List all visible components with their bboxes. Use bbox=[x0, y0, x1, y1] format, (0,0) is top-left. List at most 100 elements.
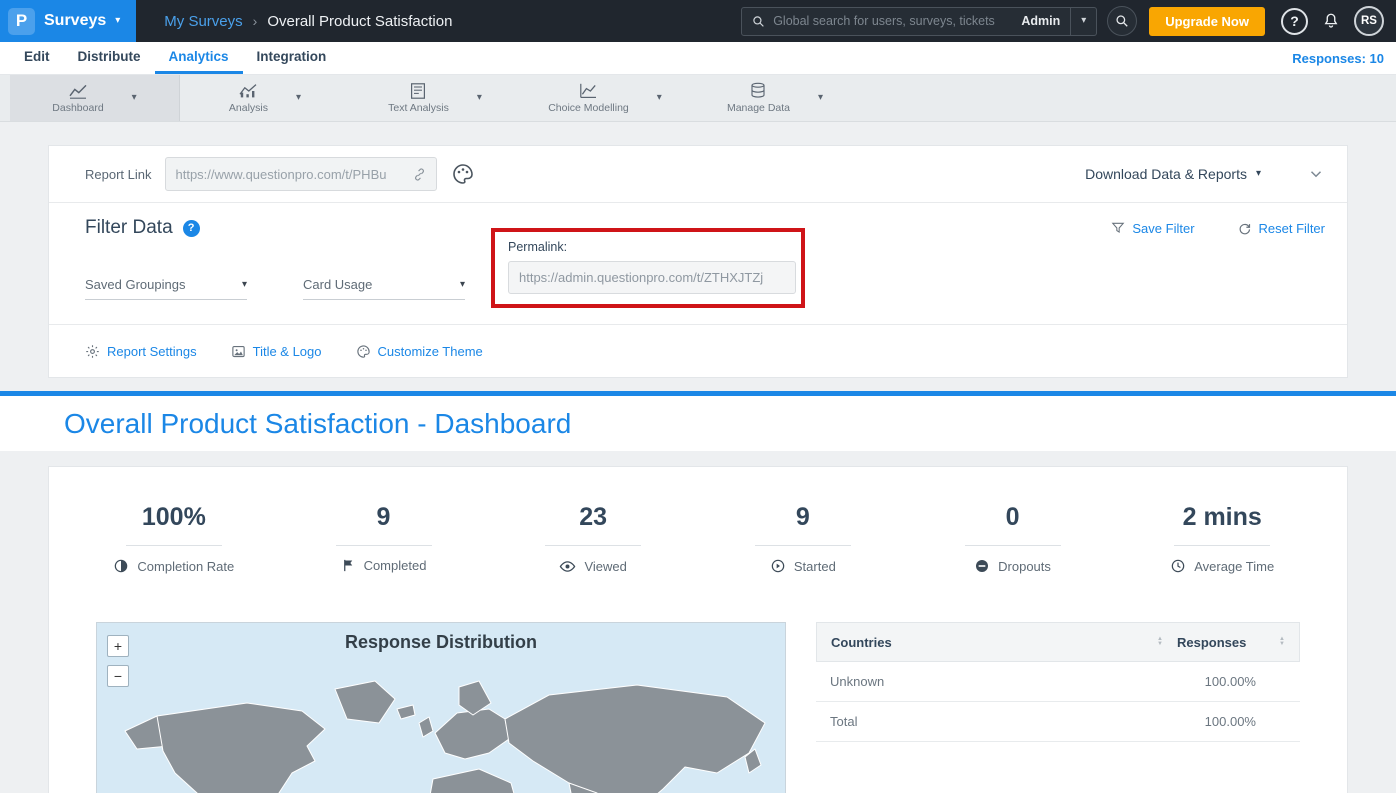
ribbon-dashboard[interactable]: Dashboard ▾ bbox=[10, 75, 180, 121]
sort-down-icon: ▼ bbox=[1279, 642, 1285, 647]
collapse-panel-button[interactable] bbox=[1307, 165, 1325, 183]
ribbon-text-analysis[interactable]: Text Analysis ▾ bbox=[350, 75, 520, 121]
image-icon bbox=[231, 344, 246, 359]
ribbon-choice-modelling[interactable]: Choice Modelling ▾ bbox=[520, 75, 690, 121]
upgrade-button[interactable]: Upgrade Now bbox=[1149, 7, 1265, 36]
stat-label: Viewed bbox=[584, 559, 626, 574]
product-label: Surveys bbox=[44, 12, 106, 30]
contrast-icon bbox=[113, 558, 129, 574]
chevron-down-icon[interactable]: ▾ bbox=[657, 93, 662, 103]
card-usage-select[interactable]: Card Usage ▾ bbox=[303, 277, 465, 300]
flag-icon bbox=[341, 558, 356, 573]
stat-label: Dropouts bbox=[998, 559, 1051, 574]
search-button[interactable] bbox=[1107, 6, 1137, 36]
title-logo-label: Title & Logo bbox=[253, 344, 322, 359]
responses-cell: 100.00% bbox=[1178, 714, 1286, 729]
gear-icon bbox=[85, 344, 100, 359]
map-zoom-in-button[interactable]: + bbox=[107, 635, 129, 657]
tab-analytics[interactable]: Analytics bbox=[155, 42, 243, 74]
sort-icon[interactable]: ▲ ▼ bbox=[1279, 637, 1285, 647]
tab-distribute[interactable]: Distribute bbox=[64, 42, 155, 74]
breadcrumb-current: Overall Product Satisfaction bbox=[267, 13, 452, 30]
breadcrumb-my-surveys[interactable]: My Surveys bbox=[164, 13, 242, 30]
report-link-label: Report Link bbox=[85, 167, 151, 182]
search-icon bbox=[1115, 14, 1129, 28]
permalink-highlight-box: Permalink: bbox=[491, 228, 805, 308]
avatar[interactable]: RS bbox=[1354, 6, 1384, 36]
main-content: Report Link Download Data & Reports ▾ bbox=[0, 122, 1396, 793]
stat-average-time: 2 mins Average Time bbox=[1117, 503, 1327, 580]
permalink-label: Permalink: bbox=[508, 240, 788, 254]
download-data-reports-button[interactable]: Download Data & Reports ▾ bbox=[1085, 166, 1261, 182]
eye-icon bbox=[559, 558, 576, 575]
line-chart-icon bbox=[68, 83, 88, 99]
page-title: Overall Product Satisfaction - Dashboard bbox=[64, 408, 571, 440]
search-scope-dropdown[interactable]: ▾ bbox=[1071, 7, 1097, 36]
help-button[interactable]: ? bbox=[1281, 8, 1308, 35]
document-text-icon bbox=[409, 83, 427, 99]
stat-label: Average Time bbox=[1194, 559, 1274, 574]
stat-value: 9 bbox=[698, 503, 908, 532]
survey-nav: Edit Distribute Analytics Integration Re… bbox=[0, 42, 1396, 75]
card-usage-label: Card Usage bbox=[303, 277, 372, 292]
dashboard-card: 100% Completion Rate 9 Completed bbox=[48, 466, 1348, 793]
report-settings-button[interactable]: Report Settings bbox=[85, 344, 197, 359]
download-label: Download Data & Reports bbox=[1085, 166, 1247, 182]
ribbon-label: Dashboard bbox=[52, 102, 103, 114]
global-search: Admin bbox=[741, 7, 1071, 36]
database-icon bbox=[749, 82, 767, 99]
stat-label: Completed bbox=[364, 558, 427, 573]
search-icon bbox=[752, 15, 765, 28]
funnel-icon bbox=[1111, 221, 1125, 235]
table-row: Total 100.00% bbox=[816, 702, 1300, 742]
countries-header-label: Countries bbox=[831, 635, 892, 650]
country-cell: Total bbox=[830, 714, 1178, 729]
title-band: Overall Product Satisfaction - Dashboard bbox=[0, 396, 1396, 451]
link-icon[interactable] bbox=[412, 167, 427, 182]
responses-header-label: Responses bbox=[1177, 635, 1246, 650]
tab-integration[interactable]: Integration bbox=[243, 42, 341, 74]
stat-value: 2 mins bbox=[1117, 503, 1327, 532]
product-switcher-button[interactable]: P Surveys ▾ bbox=[0, 0, 136, 42]
country-cell: Unknown bbox=[830, 674, 1178, 689]
chevron-down-icon bbox=[1307, 165, 1325, 183]
save-filter-button[interactable]: Save Filter bbox=[1111, 221, 1194, 236]
filter-help-icon[interactable]: ? bbox=[183, 220, 200, 237]
ribbon-label: Analysis bbox=[229, 102, 268, 114]
report-link-input[interactable] bbox=[175, 167, 406, 182]
report-theme-icon[interactable] bbox=[451, 162, 475, 186]
reset-icon bbox=[1237, 221, 1252, 236]
sort-icon[interactable]: ▲ ▼ bbox=[1157, 637, 1163, 647]
sort-down-icon: ▼ bbox=[1157, 642, 1163, 647]
chevron-down-icon[interactable]: ▾ bbox=[477, 93, 482, 103]
global-search-input[interactable] bbox=[773, 14, 1013, 28]
notifications-button[interactable] bbox=[1322, 12, 1340, 30]
responses-count[interactable]: Responses: 10 bbox=[1292, 42, 1384, 74]
palette-icon bbox=[356, 344, 371, 359]
ribbon-manage-data[interactable]: Manage Data ▾ bbox=[690, 75, 860, 121]
response-distribution-map[interactable]: + − Response Distribution bbox=[96, 622, 786, 793]
reset-filter-button[interactable]: Reset Filter bbox=[1237, 221, 1325, 236]
bar-chart-icon bbox=[238, 83, 258, 99]
filter-data-title: Filter Data bbox=[85, 217, 173, 239]
minus-circle-icon bbox=[974, 558, 990, 574]
permalink-input[interactable] bbox=[508, 261, 796, 294]
bell-icon bbox=[1322, 12, 1340, 30]
world-map bbox=[97, 661, 787, 793]
responses-cell: 100.00% bbox=[1178, 674, 1286, 689]
stat-started: 9 Started bbox=[698, 503, 908, 580]
tab-edit[interactable]: Edit bbox=[10, 42, 64, 74]
stat-value: 23 bbox=[488, 503, 698, 532]
title-logo-button[interactable]: Title & Logo bbox=[231, 344, 322, 359]
map-zoom-out-button[interactable]: − bbox=[107, 665, 129, 687]
saved-groupings-select[interactable]: Saved Groupings ▾ bbox=[85, 277, 247, 300]
analytics-ribbon: Dashboard ▾ Analysis ▾ Text Analysis ▾ C… bbox=[0, 75, 1396, 122]
customize-theme-button[interactable]: Customize Theme bbox=[356, 344, 483, 359]
chevron-down-icon[interactable]: ▾ bbox=[296, 93, 301, 103]
ribbon-label: Manage Data bbox=[727, 102, 790, 114]
ribbon-analysis[interactable]: Analysis ▾ bbox=[180, 75, 350, 121]
save-filter-label: Save Filter bbox=[1132, 221, 1194, 236]
chevron-down-icon[interactable]: ▾ bbox=[132, 93, 137, 103]
topbar: P Surveys ▾ My Surveys › Overall Product… bbox=[0, 0, 1396, 42]
chevron-down-icon[interactable]: ▾ bbox=[818, 93, 823, 103]
